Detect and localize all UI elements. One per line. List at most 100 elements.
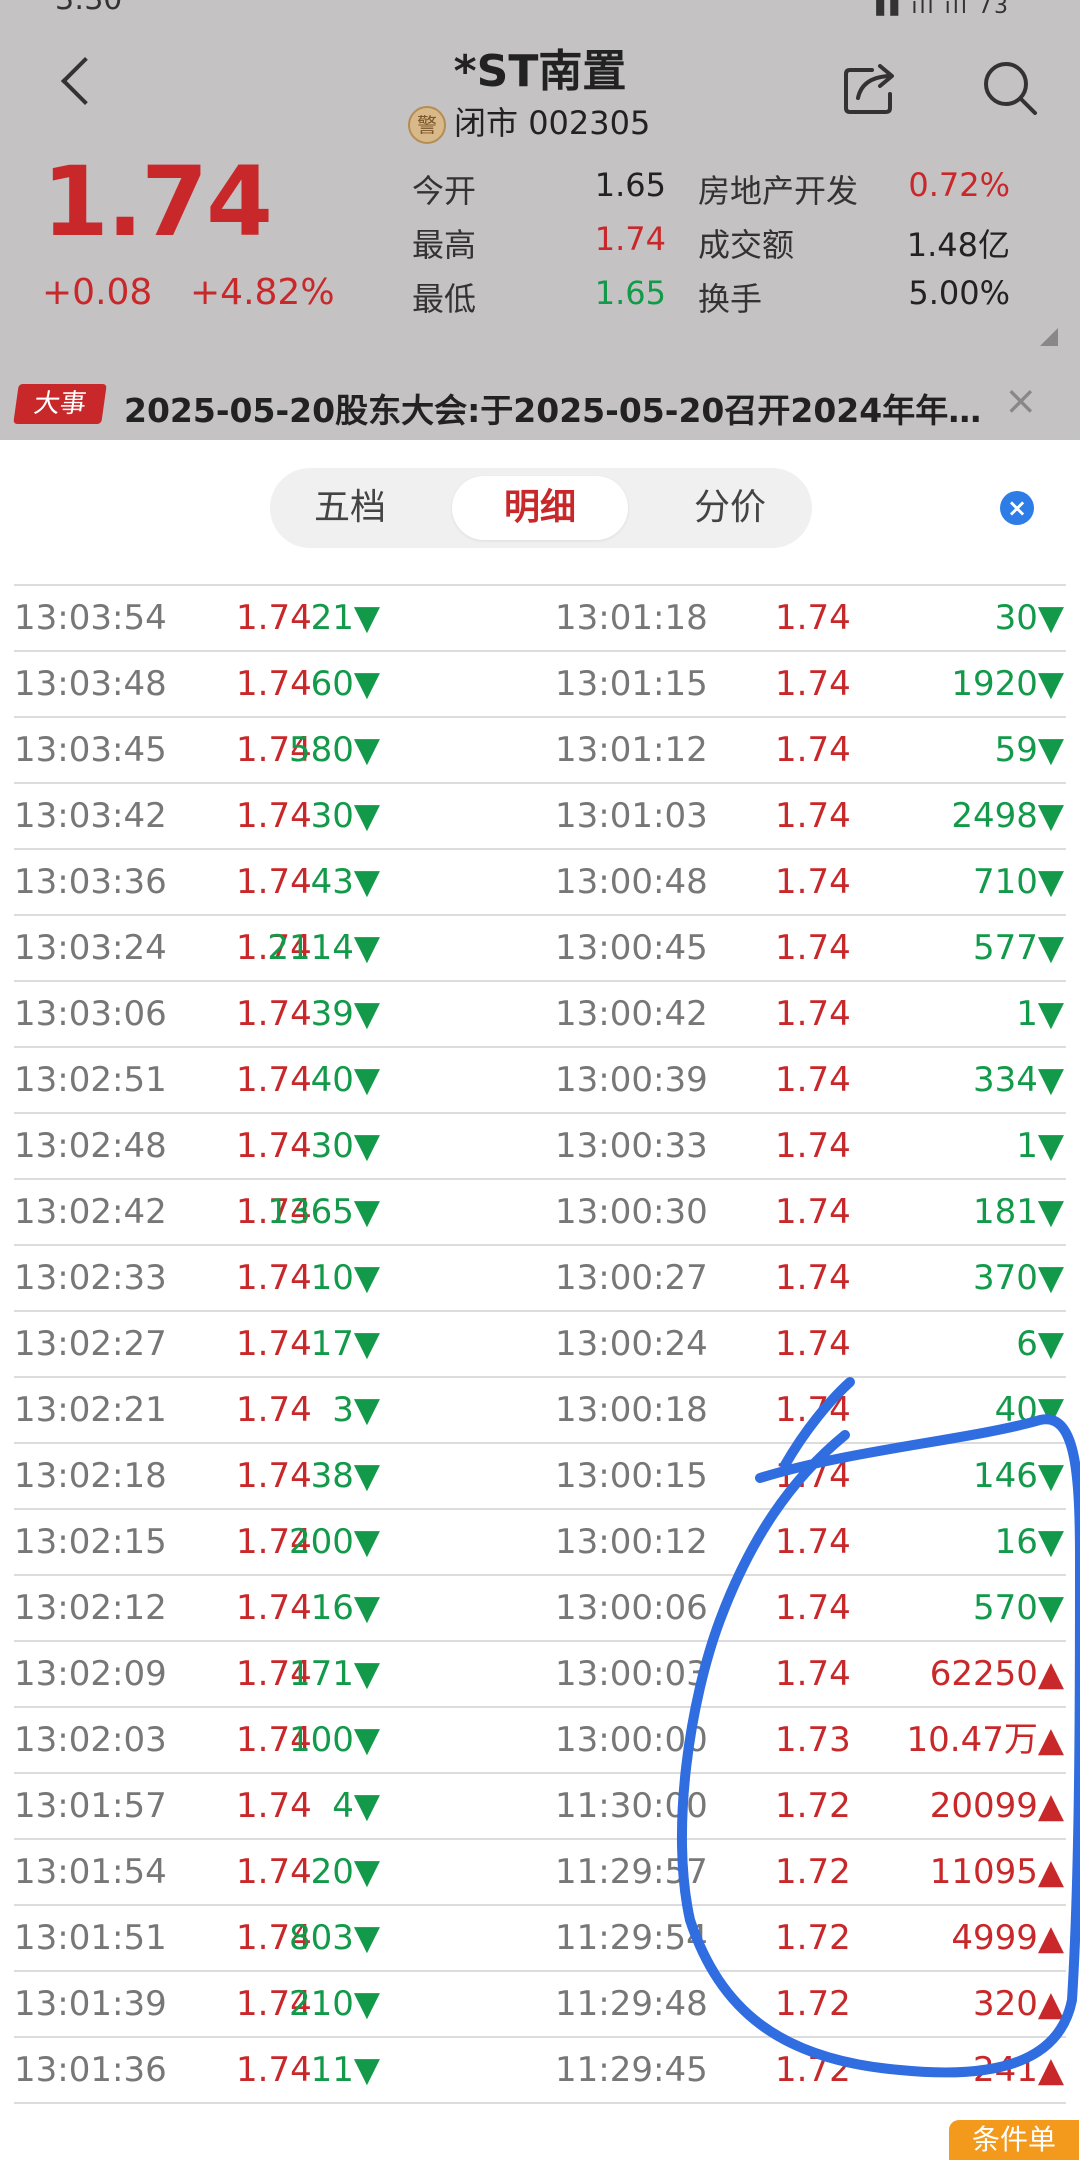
tick-volume: 40▼ xyxy=(310,1060,380,1100)
tick-volume: 2498▼ xyxy=(951,796,1064,836)
tick-volume: 60▼ xyxy=(310,664,380,704)
event-banner[interactable]: 大事 2025-05-20股东大会:于2025-05-20召开2024年年度股东… xyxy=(0,370,1080,440)
table-row: 13:01:39 1.74 210▼ 11:29:48 1.72 320▲ xyxy=(0,1972,1080,2038)
tick-price: 1.73 xyxy=(775,1720,851,1760)
tick-time: 13:00:12 xyxy=(555,1522,708,1562)
tick-price: 1.74 xyxy=(775,664,851,704)
stock-subline: 警闭市 002305 xyxy=(408,98,650,144)
tick-volume: 16▼ xyxy=(994,1522,1064,1562)
tick-volume: 11▼ xyxy=(310,2050,380,2090)
tick-price: 1.72 xyxy=(775,1852,851,1892)
tick-volume: 1365▼ xyxy=(267,1192,380,1232)
tick-price: 1.74 xyxy=(775,1192,851,1232)
tick-volume: 20▼ xyxy=(310,1852,380,1892)
tick-price: 1.74 xyxy=(775,1456,851,1496)
tick-time: 11:29:45 xyxy=(555,2050,708,2090)
tick-time: 13:00:45 xyxy=(555,928,708,968)
tick-price: 1.74 xyxy=(775,598,851,638)
tick-volume: 320▲ xyxy=(972,1984,1064,2024)
tick-time: 13:01:39 xyxy=(14,1984,167,2024)
tick-volume: 803▼ xyxy=(288,1918,380,1958)
turnover-amount-label: 成交额 xyxy=(698,226,795,264)
table-row: 13:03:36 1.74 43▼ 13:00:48 1.74 710▼ xyxy=(0,850,1080,916)
tick-time: 13:03:24 xyxy=(14,928,167,968)
tick-time: 13:00:27 xyxy=(555,1258,708,1298)
tick-volume: 570▼ xyxy=(972,1588,1064,1628)
tick-time: 13:01:15 xyxy=(555,664,708,704)
status-time: 3:30 xyxy=(55,0,122,17)
search-button[interactable] xyxy=(980,58,1040,118)
tick-time: 13:00:48 xyxy=(555,862,708,902)
table-row: 13:02:33 1.74 10▼ 13:00:27 1.74 370▼ xyxy=(0,1246,1080,1312)
tick-time: 11:29:54 xyxy=(555,1918,708,1958)
tick-price: 1.74 xyxy=(775,1126,851,1166)
tick-price: 1.74 xyxy=(775,796,851,836)
tick-volume: 10.47万▲ xyxy=(906,1720,1064,1760)
tick-time: 13:01:18 xyxy=(555,598,708,638)
tick-volume: 30▼ xyxy=(310,796,380,836)
table-row: 13:02:27 1.74 17▼ 13:00:24 1.74 6▼ xyxy=(0,1312,1080,1378)
tick-volume: 11095▲ xyxy=(929,1852,1064,1892)
share-button[interactable] xyxy=(842,60,900,116)
partial-row xyxy=(0,560,1080,586)
tick-volume: 241▲ xyxy=(972,2050,1064,2090)
table-row: 13:02:09 1.74 171▼ 13:00:03 1.74 62250▲ xyxy=(0,1642,1080,1708)
tick-volume: 6▼ xyxy=(1016,1324,1064,1364)
table-row: 13:03:24 1.74 2114▼ 13:00:45 1.74 577▼ xyxy=(0,916,1080,982)
tick-volume: 2114▼ xyxy=(267,928,380,968)
expand-corner-icon[interactable] xyxy=(1040,328,1058,346)
table-row: 13:02:18 1.74 38▼ 13:00:15 1.74 146▼ xyxy=(0,1444,1080,1510)
tick-time: 13:01:57 xyxy=(14,1786,167,1826)
tick-time: 13:03:54 xyxy=(14,598,167,638)
tick-time: 13:03:36 xyxy=(14,862,167,902)
tick-time: 13:02:51 xyxy=(14,1060,167,1100)
high-label: 最高 xyxy=(412,226,477,264)
warning-badge-icon: 警 xyxy=(408,106,446,144)
tick-volume: 1▼ xyxy=(1016,1126,1064,1166)
tick-volume: 146▼ xyxy=(972,1456,1064,1496)
table-row: 13:02:42 1.74 1365▼ 13:00:30 1.74 181▼ xyxy=(0,1180,1080,1246)
tick-time: 11:29:57 xyxy=(555,1852,708,1892)
row-divider xyxy=(14,2102,1066,2104)
table-row: 13:02:15 1.74 200▼ 13:00:12 1.74 16▼ xyxy=(0,1510,1080,1576)
event-tag: 大事 xyxy=(13,384,107,424)
tick-time: 13:00:03 xyxy=(555,1654,708,1694)
stock-name: *ST南置 xyxy=(453,46,627,97)
tick-volume: 10▼ xyxy=(310,1258,380,1298)
turnover-rate-label: 换手 xyxy=(698,280,763,318)
tick-time: 13:01:12 xyxy=(555,730,708,770)
tick-price: 1.72 xyxy=(775,1918,851,1958)
tick-volume: 100▼ xyxy=(288,1720,380,1760)
tick-price: 1.74 xyxy=(775,1522,851,1562)
high-value: 1.74 xyxy=(594,220,666,258)
conditional-order-button[interactable]: 条件单 xyxy=(949,2120,1079,2160)
tab-trade-details[interactable]: 明细 xyxy=(452,476,628,540)
table-row: 13:02:51 1.74 40▼ 13:00:39 1.74 334▼ xyxy=(0,1048,1080,1114)
tick-volume: 16▼ xyxy=(310,1588,380,1628)
tick-price: 1.74 xyxy=(775,1390,851,1430)
back-button[interactable] xyxy=(52,52,112,122)
sector-label[interactable]: 房地产开发 xyxy=(698,166,858,212)
tick-time: 13:00:39 xyxy=(555,1060,708,1100)
tick-volume: 334▼ xyxy=(972,1060,1064,1100)
sector-value: 0.72% xyxy=(908,166,1010,204)
tick-price: 1.74 xyxy=(775,1324,851,1364)
table-row: 13:03:54 1.74 21▼ 13:01:18 1.74 30▼ xyxy=(0,586,1080,652)
tick-volume: 20099▲ xyxy=(929,1786,1064,1826)
tick-time: 13:02:18 xyxy=(14,1456,167,1496)
tick-time: 13:00:30 xyxy=(555,1192,708,1232)
signal-icon: ▮▮ ıll ıll 73 xyxy=(874,0,1010,19)
close-panel-icon[interactable]: × xyxy=(1000,491,1034,525)
event-text[interactable]: 2025-05-20股东大会:于2025-05-20召开2024年年度股东大会 xyxy=(124,384,999,432)
stock-code: 002305 xyxy=(528,104,651,142)
tick-volume: 21▼ xyxy=(310,598,380,638)
tick-time: 13:02:03 xyxy=(14,1720,167,1760)
tick-volume: 30▼ xyxy=(994,598,1064,638)
table-row: 13:02:48 1.74 30▼ 13:00:33 1.74 1▼ xyxy=(0,1114,1080,1180)
tick-price: 1.74 xyxy=(775,928,851,968)
tab-order-book[interactable]: 五档 xyxy=(290,476,410,540)
close-icon[interactable]: × xyxy=(1004,378,1038,424)
quote-header: 3:30 ▮▮ ıll ıll 73 *ST南置 警闭市 002305 1.74… xyxy=(0,0,1080,440)
tick-price: 1.74 xyxy=(775,1588,851,1628)
tab-price-distribution[interactable]: 分价 xyxy=(670,476,790,540)
